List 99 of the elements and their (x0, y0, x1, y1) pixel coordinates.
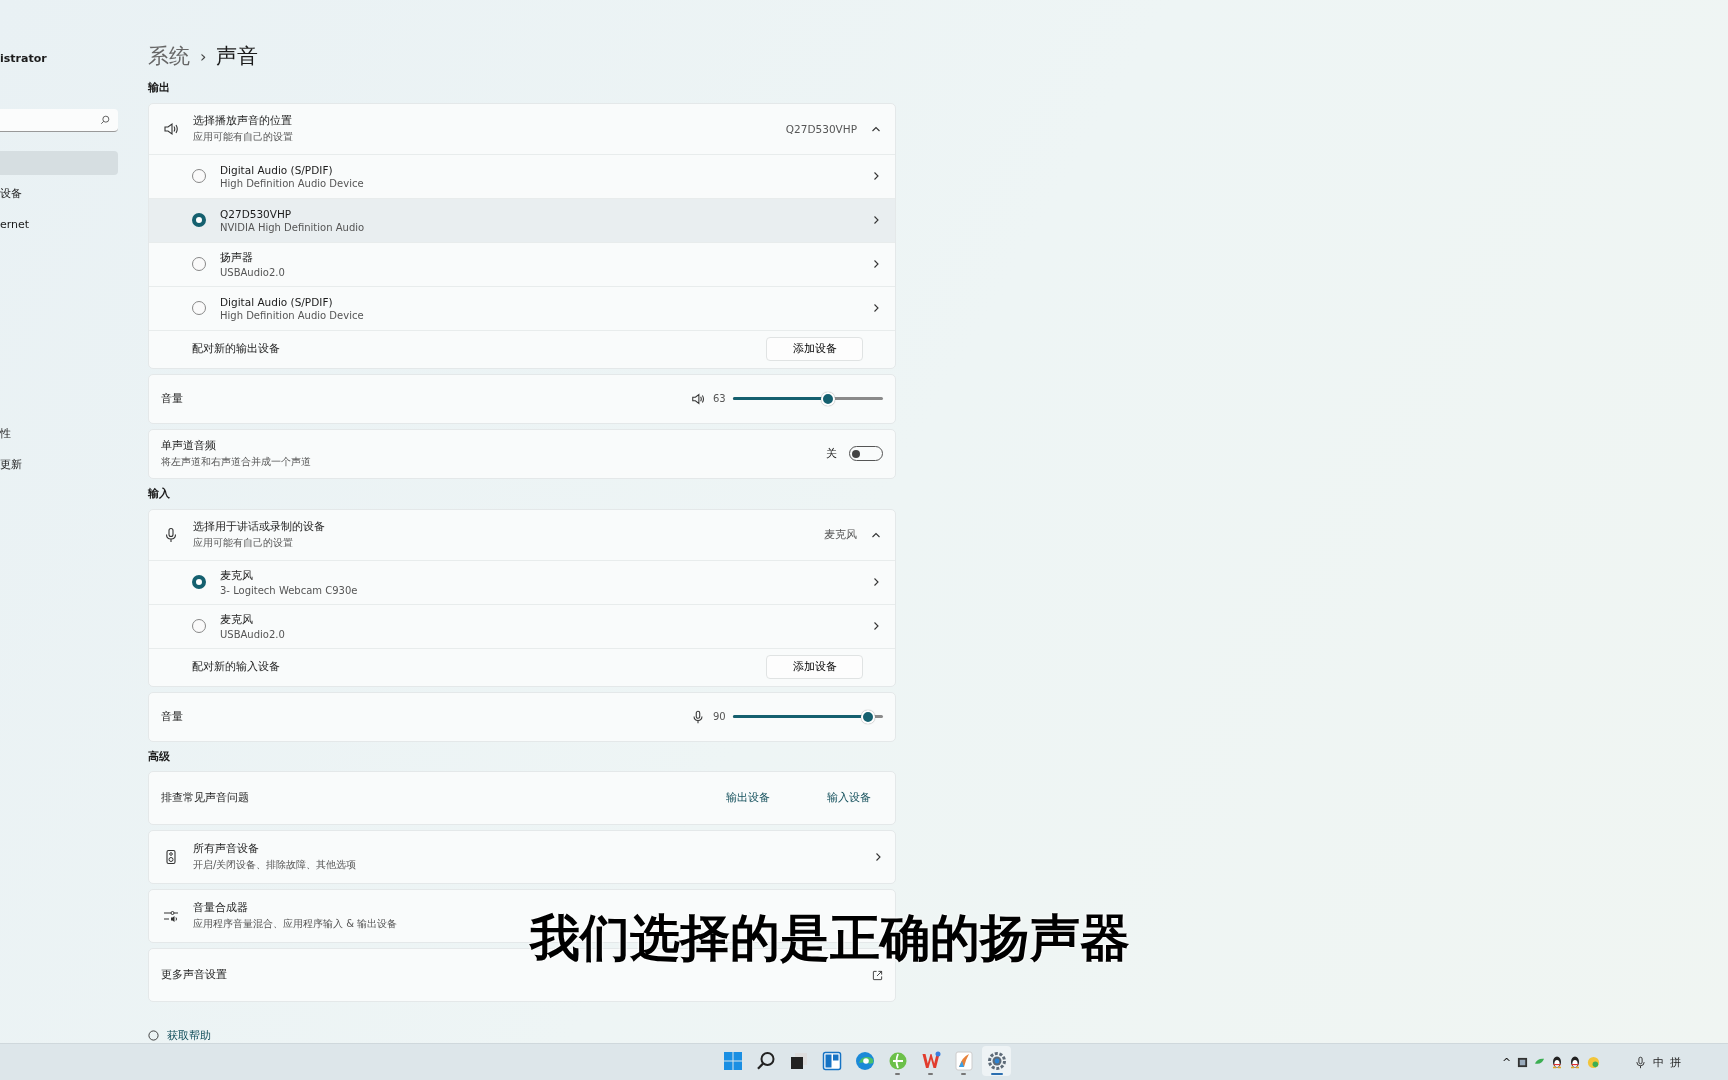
setting-title: 选择用于讲话或录制的设备 (193, 519, 326, 534)
nav-item[interactable]: ernet (0, 213, 118, 237)
device-row[interactable]: 扬声器 USBAudio2.0 (149, 241, 895, 286)
mixer-icon (163, 908, 179, 925)
setting-title: 音量 (161, 709, 184, 724)
device-name: Digital Audio (S/PDIF) (220, 295, 334, 308)
microphone-icon (163, 526, 179, 543)
user-name: istrator (0, 52, 48, 67)
input-language-indicator[interactable]: 中 (1653, 1054, 1665, 1070)
microphone-icon[interactable] (1634, 1055, 1648, 1069)
device-name: 扬声器 (220, 250, 254, 265)
nav-item[interactable]: 性 (0, 422, 118, 446)
setting-description: 应用可能有自己的设置 (193, 535, 294, 550)
chevron-right-icon (871, 621, 881, 632)
setting-description: 将左声道和右声道合并成一个声道 (161, 454, 312, 469)
radio-button[interactable] (192, 619, 206, 634)
settings-link-card[interactable]: 所有声音设备 开启/关闭设备、排除故障、其他选项 (148, 830, 896, 885)
device-description: NVIDIA High Definition Audio (220, 221, 366, 233)
troubleshoot-link[interactable]: 输出设备 (726, 791, 770, 806)
device-row[interactable]: Q27D530VHP NVIDIA High Definition Audio (149, 197, 895, 242)
radio-button[interactable] (192, 257, 206, 272)
device-description: High Definition Audio Device (220, 177, 365, 189)
setting-title: 单声道音频 (161, 438, 217, 453)
external-link-icon (872, 969, 883, 981)
device-description: USBAudio2.0 (220, 266, 286, 278)
add-device-button[interactable]: 添加设备 (766, 337, 863, 362)
speaker-device-icon (163, 849, 179, 866)
chevron-right-icon (871, 259, 881, 270)
device-description: USBAudio2.0 (220, 628, 286, 640)
setting-title: 所有声音设备 (193, 842, 260, 857)
device-description: 3- Logitech Webcam C930e (220, 584, 359, 596)
pair-label: 配对新的输出设备 (192, 342, 281, 357)
setting-title: 音量 (161, 391, 184, 406)
device-row[interactable]: 麦克风 3- Logitech Webcam C930e (149, 559, 895, 604)
slider-thumb[interactable] (861, 709, 875, 724)
search-icon[interactable] (755, 1051, 776, 1071)
device-row[interactable]: Digital Audio (S/PDIF) High Definition Audio Device (149, 285, 895, 330)
device-description: High Definition Audio Device (220, 309, 365, 321)
settings-icon[interactable] (986, 1051, 1007, 1071)
widgets-icon[interactable] (821, 1051, 842, 1071)
chevron-right-icon (871, 171, 881, 182)
picker-header[interactable]: 选择用于讲话或录制的设备 应用可能有自己的设置 麦克风 (149, 509, 895, 560)
volume-reading: 63 (713, 393, 727, 405)
page-title: 声音 (216, 43, 259, 70)
current-device: Q27D530VHP (785, 122, 857, 135)
chevron-right-icon (871, 577, 881, 588)
setting-description: 应用程序音量混合、应用程序输入 & 输出设备 (193, 917, 399, 932)
setting-description: 开启/关闭设备、排除故障、其他选项 (193, 858, 358, 873)
radio-button[interactable] (192, 169, 206, 184)
setting-title: 音量合成器 (193, 901, 249, 916)
setting-title: 更多声音设置 (161, 968, 228, 983)
section-title: 输出 (148, 80, 171, 96)
browser-icon[interactable] (854, 1051, 875, 1071)
task-view-icon[interactable] (788, 1051, 809, 1071)
current-device: 麦克风 (824, 527, 857, 542)
troubleshoot-link[interactable]: 输入设备 (827, 791, 871, 806)
setting-description: 应用可能有自己的设置 (193, 129, 294, 144)
penguin-icon[interactable] (1551, 1055, 1564, 1069)
show-hidden-icons-button[interactable]: ^ (1502, 1055, 1512, 1069)
volume-slider[interactable] (733, 709, 883, 724)
nav-item[interactable]: 更新 (0, 453, 118, 477)
device-name: 麦克风 (220, 612, 254, 627)
search-icon (100, 115, 110, 125)
search-field[interactable] (0, 109, 118, 132)
setting-title: 排查常见声音问题 (161, 791, 250, 806)
radio-button[interactable] (192, 213, 206, 228)
device-row[interactable]: 麦克风 USBAudio2.0 (149, 603, 895, 648)
device-name: Digital Audio (S/PDIF) (220, 163, 334, 176)
microphone-icon[interactable] (691, 709, 705, 724)
input-method-indicator[interactable]: 拼 (1670, 1054, 1682, 1070)
radio-button[interactable] (192, 301, 206, 316)
setting-title: 选择播放声音的位置 (193, 113, 293, 128)
radio-button[interactable] (192, 575, 206, 590)
chevron-right-icon (871, 303, 881, 314)
volume-reading: 90 (713, 711, 727, 723)
chevron-right-icon (873, 852, 883, 863)
device-row[interactable]: Digital Audio (S/PDIF) High Definition Audio Device (149, 153, 895, 198)
drawing-app-icon[interactable] (953, 1051, 974, 1071)
wps-icon[interactable] (920, 1051, 941, 1071)
help-link[interactable]: 获取帮助 (167, 1029, 211, 1043)
start-icon[interactable] (722, 1051, 743, 1071)
add-device-button[interactable]: 添加设备 (766, 655, 863, 680)
toggle-state-label: 关 (826, 446, 837, 461)
speaker-icon[interactable] (691, 391, 705, 406)
pair-label: 配对新的输入设备 (192, 660, 281, 675)
penguin-icon[interactable] (1569, 1055, 1582, 1069)
picker-header[interactable]: 选择播放声音的位置 应用可能有自己的设置 Q27D530VHP (149, 103, 895, 154)
device-name: 麦克风 (220, 568, 254, 583)
nav-item[interactable]: 设备 (0, 182, 118, 206)
speaker-icon (163, 120, 179, 137)
volume-slider[interactable] (733, 391, 883, 406)
chevron-right-icon (871, 215, 881, 226)
section-title: 输入 (148, 485, 171, 502)
section-title: 高级 (148, 748, 171, 765)
device-name: Q27D530VHP (220, 207, 293, 220)
breadcrumb-parent[interactable]: 系统 (148, 42, 190, 70)
tray-app-icon[interactable] (1517, 1056, 1529, 1068)
breadcrumb-separator: › (200, 46, 207, 66)
slider-thumb[interactable] (820, 391, 835, 406)
